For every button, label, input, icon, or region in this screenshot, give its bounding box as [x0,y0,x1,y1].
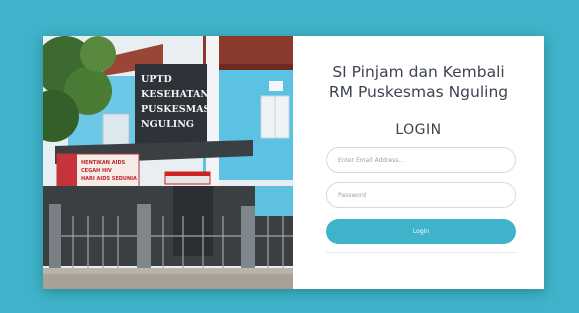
sign-line: NGULING [141,119,194,130]
banner-line: CEGAH HIV [81,168,112,174]
email-input[interactable] [326,147,516,173]
banner-line: HARI AIDS SEDUNIA [81,176,137,182]
login-panel: SI Pinjam dan Kembali RM Puskesmas Nguli… [293,36,544,289]
app-title-line: SI Pinjam dan Kembali [332,63,505,81]
login-button[interactable]: Login [326,219,516,244]
app-title: SI Pinjam dan Kembali RM Puskesmas Nguli… [293,62,544,102]
login-card: UPTD KESEHATAN PUSKESMAS NGULING HENTIKA… [43,36,544,289]
sign-line: UPTD [141,74,172,85]
puskesmas-building-photo: UPTD KESEHATAN PUSKESMAS NGULING HENTIKA… [43,36,293,289]
login-heading: LOGIN [395,122,442,138]
sign-line: PUSKESMAS [141,104,211,115]
sign-line: KESEHATAN [141,89,209,100]
banner-line: HENTIKAN AIDS [81,160,126,166]
password-input[interactable] [326,182,516,208]
app-title-line: RM Puskesmas Nguling [328,83,509,101]
divider [326,252,516,253]
